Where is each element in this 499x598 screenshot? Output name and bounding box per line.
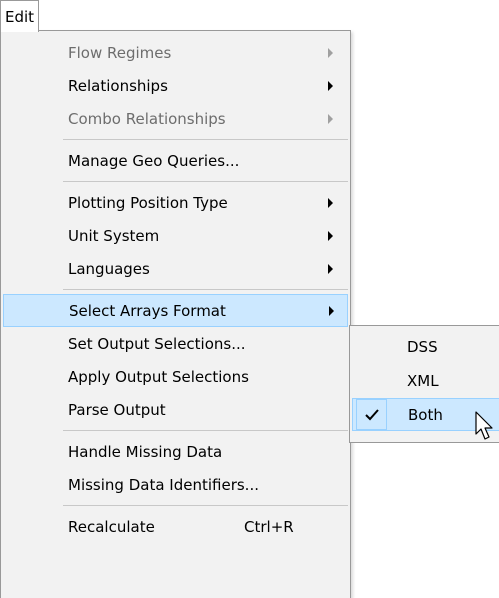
menu-item-set-output-selections[interactable]: Set Output Selections... (3, 327, 348, 360)
submenu-arrow-icon (328, 113, 333, 124)
menu-item-label: Languages (68, 259, 150, 278)
menu-separator (63, 181, 348, 182)
menu-edit[interactable]: Edit (0, 0, 39, 32)
menu-item-apply-output-selections[interactable]: Apply Output Selections (3, 360, 348, 393)
submenu-item-dss[interactable]: DSS (352, 330, 499, 363)
menu-bar: Edit (0, 0, 499, 32)
menu-item-select-arrays-format[interactable]: Select Arrays Format (3, 294, 348, 327)
menu-item-label: Handle Missing Data (68, 442, 223, 461)
submenu-item-label: Both (408, 405, 443, 424)
menu-item-label: Select Arrays Format (69, 301, 226, 320)
menu-item-manage-geo-queries[interactable]: Manage Geo Queries... (3, 144, 348, 177)
menu-item-unit-system[interactable]: Unit System (3, 219, 348, 252)
menu-item-label: Apply Output Selections (68, 367, 249, 386)
shortcut-label: Ctrl+R (244, 517, 294, 536)
menu-item-languages[interactable]: Languages (3, 252, 348, 285)
menu-item-flow-regimes: Flow Regimes (3, 36, 348, 69)
submenu-arrow-icon (328, 80, 333, 91)
submenu-arrow-icon (328, 197, 333, 208)
menu-item-label: Manage Geo Queries... (68, 151, 240, 170)
submenu-arrow-icon (328, 47, 333, 58)
menu-item-missing-data-identifiers[interactable]: Missing Data Identifiers... (3, 468, 348, 501)
menu-item-label: Unit System (68, 226, 160, 245)
menu-item-label: Set Output Selections... (68, 334, 246, 353)
menu-item-label: Missing Data Identifiers... (68, 475, 259, 494)
submenu-item-label: XML (407, 371, 439, 390)
menu-separator (63, 430, 348, 431)
checkmark-icon (365, 409, 379, 421)
menu-item-parse-output[interactable]: Parse Output (3, 393, 348, 426)
menu-item-label: Plotting Position Type (68, 193, 228, 212)
menu-item-label: Relationships (68, 76, 168, 95)
submenu-arrow-icon (328, 230, 333, 241)
menu-edit-label: Edit (4, 7, 35, 26)
check-margin (356, 399, 387, 430)
menu-separator (63, 139, 348, 140)
menu-item-handle-missing-data[interactable]: Handle Missing Data (3, 435, 348, 468)
menu-separator (63, 289, 348, 290)
menu-item-label: Combo Relationships (68, 109, 226, 128)
submenu-item-label: DSS (407, 337, 438, 356)
menu-separator (63, 505, 348, 506)
menu-item-label: Parse Output (68, 400, 166, 419)
menu-item-recalculate[interactable]: Recalculate Ctrl+R (3, 510, 348, 543)
edit-dropdown-menu: Flow Regimes Relationships Combo Relatio… (0, 30, 351, 598)
menu-item-plotting-position-type[interactable]: Plotting Position Type (3, 186, 348, 219)
submenu-arrow-icon (329, 305, 334, 316)
submenu-arrow-icon (328, 263, 333, 274)
menu-item-combo-relationships: Combo Relationships (3, 102, 348, 135)
menu-item-label: Recalculate (68, 517, 155, 536)
mouse-pointer-icon (475, 411, 493, 440)
menu-item-label: Flow Regimes (68, 43, 172, 62)
menu-item-relationships[interactable]: Relationships (3, 69, 348, 102)
submenu-item-xml[interactable]: XML (352, 364, 499, 397)
